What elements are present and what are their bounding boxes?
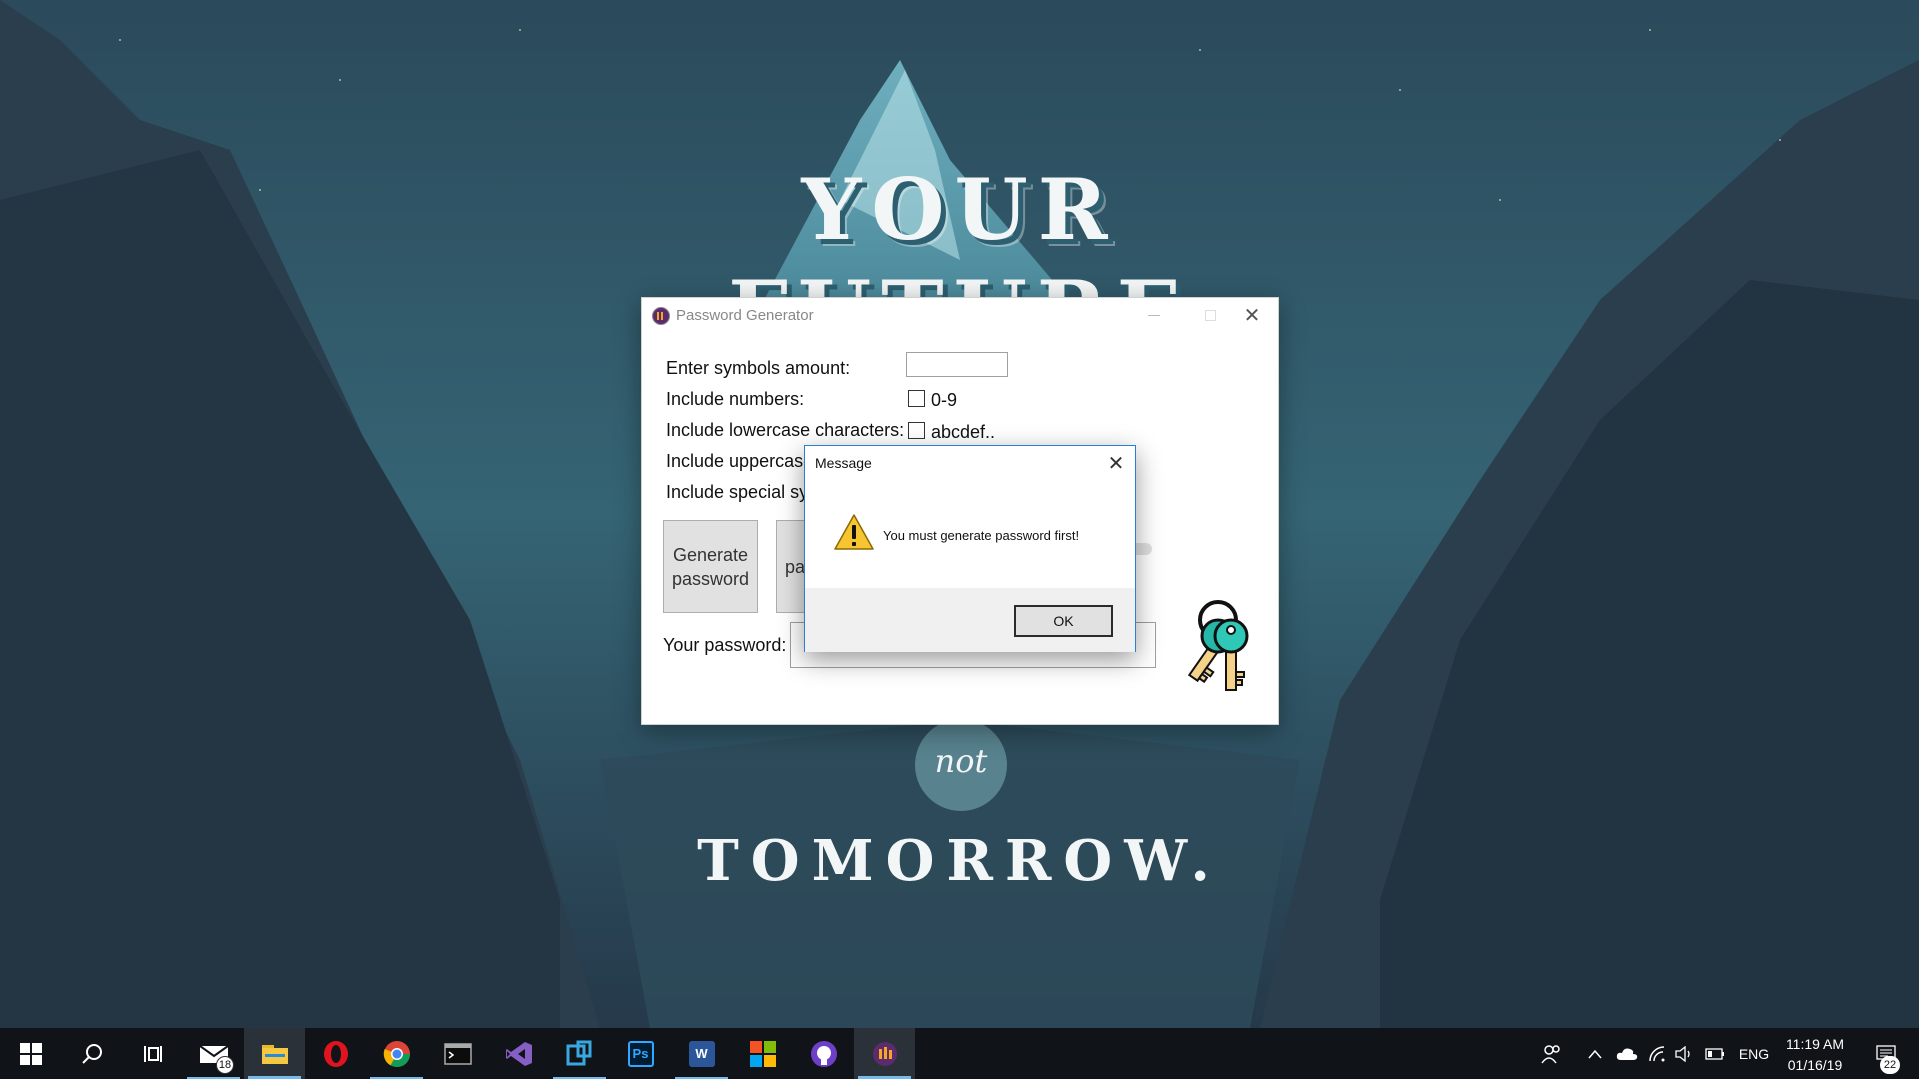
taskbar-color-app[interactable] — [732, 1028, 793, 1079]
folder-icon — [261, 1044, 288, 1064]
include-special-label: Include special syr — [666, 482, 815, 502]
include-uppercase-label: Include uppercase — [666, 451, 814, 471]
volume-button[interactable] — [1672, 1028, 1698, 1079]
include-numbers-checkbox[interactable] — [908, 390, 925, 407]
generate-password-button[interactable]: Generate password — [663, 520, 758, 613]
taskbar-chrome[interactable] — [366, 1028, 427, 1079]
windows-icon — [19, 1042, 42, 1065]
taskbar-visual-studio[interactable] — [488, 1028, 549, 1079]
include-lowercase-checkbox[interactable] — [908, 422, 925, 439]
wallpaper-text-not: not — [934, 742, 988, 780]
minimize-icon — [1148, 314, 1160, 316]
include-numbers-checkbox-label[interactable]: 0-9 — [931, 390, 957, 411]
window-titlebar[interactable]: Password Generator ✕ — [642, 298, 1278, 332]
task-view-icon — [143, 1045, 162, 1062]
people-button[interactable] — [1536, 1028, 1566, 1079]
task-view-button[interactable] — [122, 1028, 183, 1079]
taskbar-password-generator[interactable] — [854, 1028, 915, 1079]
taskbar-mail[interactable]: 18 — [183, 1028, 244, 1079]
search-button[interactable] — [61, 1028, 122, 1079]
people-icon — [1541, 1044, 1560, 1063]
include-lowercase-label: Include lowercase characters: — [666, 420, 905, 440]
wallpaper-text-your: YOUR — [801, 160, 1118, 259]
search-icon — [81, 1043, 102, 1064]
close-icon: ✕ — [1243, 304, 1261, 327]
taskbar-photoshop[interactable]: Ps — [610, 1028, 671, 1079]
notification-count-badge: 22 — [1880, 1056, 1900, 1074]
github-icon — [810, 1040, 837, 1067]
symbols-amount-label: Enter symbols amount: — [666, 358, 851, 378]
close-button[interactable]: ✕ — [1224, 298, 1280, 332]
taskbar-word[interactable]: W — [671, 1028, 732, 1079]
taskbar-opera[interactable] — [305, 1028, 366, 1079]
keys-icon — [1187, 600, 1249, 691]
window-title: Password Generator — [676, 307, 814, 324]
chrome-icon — [383, 1040, 410, 1067]
battery-button[interactable] — [1702, 1028, 1728, 1079]
mail-unread-badge: 18 — [216, 1056, 234, 1074]
network-button[interactable] — [1644, 1028, 1670, 1079]
visual-studio-icon — [505, 1041, 532, 1066]
taskbar: 18 Ps W ENG 11:19 AM 01/16/19 22 — [0, 1028, 1919, 1079]
ok-button[interactable]: OK — [1014, 605, 1113, 637]
data-studio-icon — [566, 1040, 591, 1065]
message-dialog: Message ✕ You must generate password fir… — [804, 445, 1136, 652]
photoshop-icon: Ps — [627, 1040, 654, 1067]
your-password-label: Your password: — [663, 635, 787, 655]
dialog-title: Message — [815, 455, 872, 471]
taskbar-github[interactable] — [793, 1028, 854, 1079]
input-language[interactable]: ENG — [1734, 1028, 1774, 1079]
clock-date[interactable]: 01/16/19 — [1775, 1057, 1855, 1073]
wallpaper-text-tomorrow: TOMORROW. — [697, 828, 1222, 894]
taskbar-file-explorer[interactable] — [244, 1028, 305, 1079]
word-icon: W — [688, 1040, 715, 1067]
dialog-close-button[interactable]: ✕ — [1101, 450, 1131, 476]
chevron-up-icon — [1588, 1049, 1602, 1058]
opera-icon — [323, 1040, 348, 1067]
include-lowercase-checkbox-label[interactable]: abcdef.. — [931, 422, 995, 443]
warning-icon — [834, 514, 874, 550]
dialog-message-text: You must generate password first! — [883, 528, 1080, 543]
start-button[interactable] — [0, 1028, 61, 1079]
taskbar-data-studio[interactable] — [549, 1028, 610, 1079]
clock-time[interactable]: 11:19 AM — [1775, 1036, 1855, 1052]
close-icon: ✕ — [1107, 452, 1125, 475]
battery-icon — [1705, 1047, 1724, 1060]
include-numbers-label: Include numbers: — [666, 389, 805, 409]
minimize-button[interactable] — [1126, 298, 1182, 332]
show-hidden-icons-button[interactable] — [1582, 1028, 1608, 1079]
wifi-icon — [1649, 1045, 1665, 1061]
symbols-amount-input[interactable] — [906, 352, 1008, 377]
cloud-icon — [1616, 1048, 1638, 1060]
volume-icon — [1675, 1045, 1690, 1062]
maximize-icon — [1204, 309, 1216, 321]
taskbar-terminal[interactable] — [427, 1028, 488, 1079]
terminal-icon — [443, 1042, 472, 1065]
password-generator-icon — [872, 1041, 897, 1066]
password-generator-app-icon — [652, 307, 670, 325]
color-squares-icon — [749, 1040, 776, 1067]
onedrive-button[interactable] — [1612, 1028, 1642, 1079]
